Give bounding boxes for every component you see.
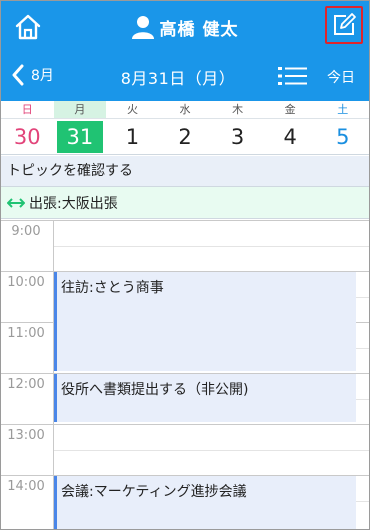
hour-label: 12:00	[7, 377, 45, 392]
hour-label: 13:00	[7, 428, 45, 443]
list-view-button[interactable]	[278, 66, 308, 86]
list-icon	[278, 67, 307, 85]
half-hour-line	[53, 246, 369, 247]
day-cell[interactable]: 水 2	[158, 101, 212, 154]
today-button[interactable]: 今日	[327, 67, 355, 87]
day-cell[interactable]: 木 3	[211, 101, 264, 154]
user-info: 高橋 健太	[1, 13, 369, 41]
day-of-week: 月	[53, 101, 107, 119]
day-of-week: 火	[106, 101, 159, 119]
hour-label: 10:00	[7, 275, 45, 290]
half-hour-line	[53, 450, 369, 451]
day-number: 2	[178, 125, 192, 149]
day-number: 5	[336, 125, 350, 149]
event-title: 会議:マーケティング進捗会議	[61, 484, 247, 500]
day-cell[interactable]: 日 30	[1, 101, 54, 154]
calendar-event[interactable]: 役所へ書類提出する（非公開)	[54, 374, 356, 422]
hour-row: 9:00	[1, 220, 369, 272]
calendar-event[interactable]: 会議:マーケティング進捗会議	[54, 476, 356, 529]
day-number: 4	[283, 125, 297, 149]
day-of-week: 水	[158, 101, 212, 119]
header: 高橋 健太 8月 8月31日（月） 今日	[1, 1, 369, 101]
double-arrow-icon	[7, 197, 25, 208]
current-date: 8月31日（月）	[120, 69, 236, 88]
app-frame: 高橋 健太 8月 8月31日（月） 今日 日 30 月 31 火 1 水 2 木…	[0, 0, 370, 530]
hour-label: 9:00	[11, 224, 41, 239]
day-cell[interactable]: 火 1	[106, 101, 159, 154]
user-name: 高橋 健太	[159, 19, 239, 40]
hour-label: 14:00	[7, 479, 45, 494]
day-cell[interactable]: 金 4	[263, 101, 317, 154]
day-of-week: 日	[1, 101, 54, 119]
day-number: 30	[13, 125, 41, 149]
topic-link[interactable]: トピックを確認する	[1, 156, 369, 187]
day-number: 3	[230, 125, 245, 149]
day-of-week: 木	[211, 101, 264, 119]
event-title: 往訪:さとう商事	[61, 280, 164, 296]
day-number: 31	[56, 121, 104, 153]
week-strip: 日 30 月 31 火 1 水 2 木 3 金 4 土 5	[1, 101, 369, 155]
timeline: 9:00 10:00 11:00 12:00 13:00 14:00 往訪:さと…	[1, 220, 369, 529]
day-cell-selected[interactable]: 月 31	[53, 101, 107, 154]
day-cell[interactable]: 土 5	[316, 101, 369, 154]
hour-row: 13:00	[1, 424, 369, 476]
user-icon	[131, 16, 154, 39]
day-number: 1	[125, 125, 140, 149]
event-title: 役所へ書類提出する（非公開)	[61, 382, 249, 398]
day-of-week: 金	[263, 101, 317, 119]
date-nav: 8月 8月31日（月） 今日	[1, 55, 369, 95]
edit-button[interactable]	[325, 6, 363, 44]
allday-event[interactable]: 出張:大阪出張	[1, 187, 369, 219]
allday-event-title: 出張:大阪出張	[29, 195, 118, 212]
edit-icon	[334, 13, 356, 35]
calendar-event[interactable]: 往訪:さとう商事	[54, 272, 356, 371]
hour-label: 11:00	[7, 326, 45, 341]
day-of-week: 土	[316, 101, 369, 119]
